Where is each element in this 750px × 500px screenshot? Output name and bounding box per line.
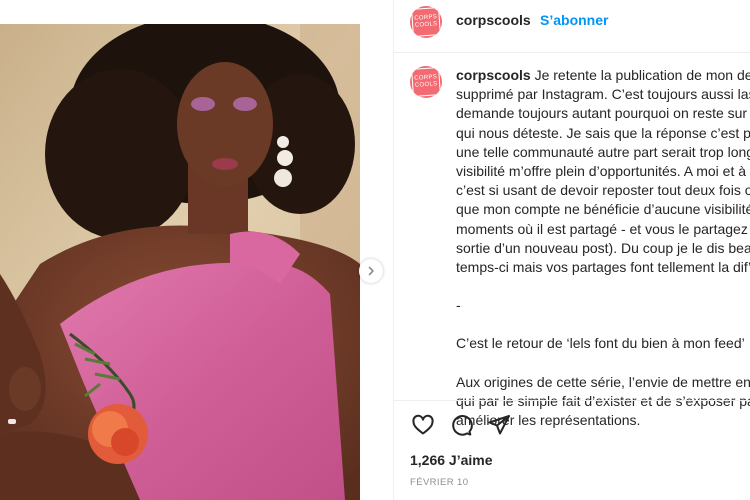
caption-username[interactable]: corpscools <box>456 67 531 83</box>
caption-paragraph: C’est le retour de ‘lels font du bien à … <box>456 335 750 352</box>
avatar-logo-line: COOLS <box>414 81 438 89</box>
caption-text: Je retente la publication de mon derni <box>534 67 750 83</box>
divider <box>394 400 750 401</box>
avatar[interactable]: CORPS COOLS <box>410 6 442 38</box>
caption-line: qui par le simple fait d’exister et de s… <box>456 392 750 409</box>
post-sidebar: CORPS COOLS corpscools S’abonner CORPS C… <box>393 0 750 500</box>
post-date[interactable]: FÉVRIER 10 <box>410 477 468 488</box>
action-bar <box>410 412 530 438</box>
avatar-logo: CORPS COOLS <box>411 7 441 37</box>
heart-outline-icon[interactable] <box>410 412 436 438</box>
post-header: CORPS COOLS corpscools S’abonner <box>394 0 750 44</box>
post-media-pane <box>0 0 392 500</box>
caption-line: visibilité m’offre plein d’opportunités.… <box>456 163 750 180</box>
caption-line: que mon compte ne bénéficie d’aucune vis… <box>456 201 750 218</box>
caption-gap <box>456 315 750 334</box>
caption-line: c’est si usant de devoir reposter tout d… <box>456 182 750 199</box>
paper-plane-icon[interactable] <box>486 412 512 438</box>
caption-line: sortie d’un nouveau post). Du coup je le… <box>456 239 750 256</box>
caption-line: temps-ci mais vos partages font tellemen… <box>456 259 750 276</box>
avatar-logo-line: COOLS <box>414 21 438 29</box>
caption-line: moments où il est partagé - et vous le p… <box>456 220 750 237</box>
caption-line: Aux origines de cette série, l’envie de … <box>456 373 750 390</box>
follow-button[interactable]: S’abonner <box>540 12 608 28</box>
likes-count[interactable]: 1,266 J’aime <box>410 452 493 468</box>
post-photo[interactable] <box>0 24 360 500</box>
caption-gap <box>456 277 750 296</box>
avatar-logo: CORPS COOLS <box>411 67 441 97</box>
caption-line: supprimé par Instagram. C’est toujours a… <box>456 86 750 103</box>
caption-avatar[interactable]: CORPS COOLS <box>410 66 442 98</box>
caption-gap <box>456 354 750 373</box>
caption-line: demande toujours autant pourquoi on rest… <box>456 105 750 122</box>
divider <box>394 52 750 53</box>
caption-line: corpscools Je retente la publication de … <box>456 66 750 85</box>
caption-line: une telle communauté autre part serait t… <box>456 143 750 160</box>
post-caption: corpscools Je retente la publication de … <box>456 66 750 430</box>
caption-line: qui nous déteste. Je sais que la réponse… <box>456 124 750 141</box>
comment-bubble-icon[interactable] <box>448 412 474 438</box>
next-photo-button[interactable] <box>359 259 383 283</box>
caption-separator: - <box>456 297 461 314</box>
chevron-right-icon <box>366 266 376 276</box>
header-username[interactable]: corpscools <box>456 12 531 28</box>
